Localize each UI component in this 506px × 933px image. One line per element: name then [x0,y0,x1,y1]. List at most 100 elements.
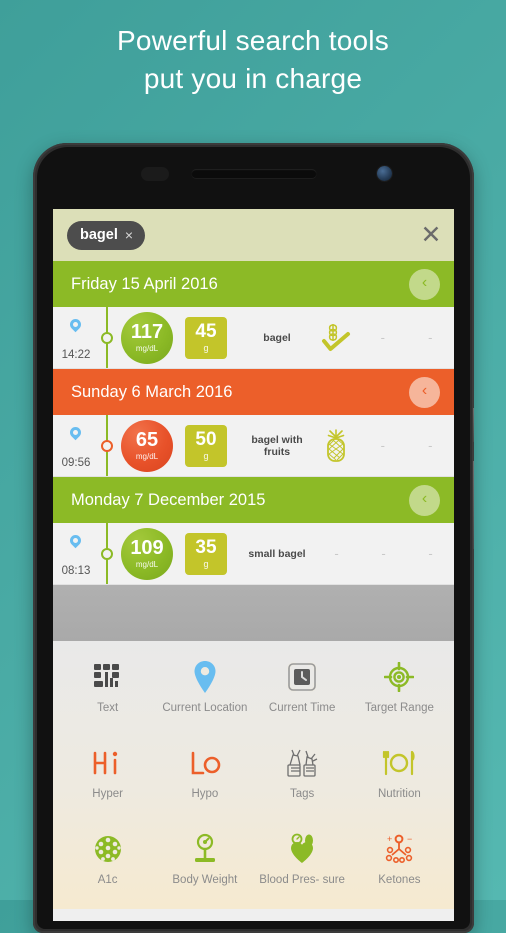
timeline-node-icon [101,331,113,344]
hi-icon [91,743,125,783]
entry-dash: - [334,546,339,561]
glucose-bubble[interactable]: 117 mg/dL [121,311,173,364]
entry-dash: - [381,546,386,561]
glucose-value: 109 [130,537,164,559]
entry-time-label: 14:22 [61,349,91,361]
entry-time-label: 09:56 [61,457,91,469]
app-screen: bagel × ✕ Friday 15 April 2016 ‹ 14:22 1… [53,209,454,921]
filter-label: Current Location [162,702,248,714]
entry-note: bagel [263,331,291,344]
entry-row[interactable]: 09:56 65 mg/dL 50 g bagel with fruits - … [53,415,454,477]
filter-panel: Text Current Location Current Time Targe… [53,641,454,909]
text-blocks-icon [93,657,123,697]
earpiece-speaker-icon [191,169,316,178]
timeline-rail [99,307,115,368]
filter-row: A1c Body Weight Blood Pres- sure + − Ket… [59,823,448,909]
phone-device: bagel × ✕ Friday 15 April 2016 ‹ 14:22 1… [33,143,474,933]
date-header[interactable]: Monday 7 December 2015 ‹ [53,477,454,523]
timeline-rail [99,523,115,584]
filter-label: Text [97,702,119,714]
volume-button[interactable] [473,408,474,442]
chevron-left-icon[interactable]: ‹ [409,484,440,516]
filter-label: Hyper [92,788,123,800]
molecule-icon [92,829,124,869]
timeline-rail [99,415,115,476]
glucose-value: 117 [130,321,164,343]
filter-label: Hypo [191,788,219,800]
entry-time-column: 08:13 [53,523,99,584]
filter-label: Target Range [364,702,434,714]
glucose-bubble[interactable]: 109 mg/dL [121,527,173,580]
filter-item-ketones[interactable]: + − Ketones [351,823,448,909]
lo-icon [188,743,222,783]
location-pin-icon [67,532,84,549]
entry-note: small bagel [248,547,306,560]
filter-label: Body Weight [172,874,238,886]
carbs-value: 45 [195,321,217,342]
chevron-left-icon[interactable]: ‹ [409,376,440,408]
location-pin-icon [192,657,218,697]
wheat-check-icon [322,323,350,351]
food-icon-cell [313,321,359,355]
heart-gauge-icon [286,829,318,869]
carbs-badge[interactable]: 50 g [185,424,227,467]
entry-dash: - [428,546,433,561]
entry-dash: - [428,330,433,345]
filter-label: Ketones [378,874,421,886]
glucose-bubble[interactable]: 65 mg/dL [121,419,173,472]
svg-text:+: + [387,834,392,844]
target-icon [384,657,415,697]
filter-item-hyper[interactable]: Hyper [59,737,156,823]
date-header-label: Sunday 6 March 2016 [71,382,233,401]
filter-item-tags[interactable]: Tags [254,737,351,823]
close-search-icon[interactable]: ✕ [414,218,448,252]
date-header-label: Monday 7 December 2015 [71,490,266,509]
chevron-left-icon[interactable]: ‹ [409,268,440,300]
filter-item-hypo[interactable]: Hypo [156,737,253,823]
power-button[interactable] [473,461,474,549]
promo-line-1: Powerful search tools [117,25,389,56]
chip-remove-icon[interactable]: × [125,228,133,242]
carbs-unit: g [203,559,209,569]
filter-label: A1c [97,874,118,886]
carbs-badge[interactable]: 35 g [185,532,227,575]
search-bar: bagel × ✕ [53,209,454,261]
search-filter-chip[interactable]: bagel × [67,220,146,250]
filter-label: Nutrition [377,788,421,800]
glucose-unit: mg/dL [135,560,159,569]
filter-item-text[interactable]: Text [59,651,156,737]
tags-icon [285,743,319,783]
filter-label: Current Time [268,702,336,714]
timeline-node-icon [101,547,113,560]
entry-note: bagel with fruits [251,433,303,458]
entry-row[interactable]: 14:22 117 mg/dL 45 g bagel - - [53,307,454,369]
entry-time-column: 14:22 [53,307,99,368]
glucose-value: 65 [135,429,159,451]
filter-item-target-range[interactable]: Target Range [351,651,448,737]
entry-time-label: 08:13 [61,565,91,577]
filter-item-body-weight[interactable]: Body Weight [156,823,253,909]
proximity-sensor-icon [141,167,169,181]
entry-dash: - [380,438,385,453]
date-header[interactable]: Friday 15 April 2016 ‹ [53,261,454,307]
search-chip-label: bagel [80,226,118,243]
timeline-node-icon [101,439,113,452]
entry-dash: - [380,330,385,345]
filter-row: Hyper Hypo Tags Nutrition [59,737,448,823]
filter-item-nutrition[interactable]: Nutrition [351,737,448,823]
entry-row[interactable]: 08:13 109 mg/dL 35 g small bagel - - - [53,523,454,585]
filter-label: Tags [289,788,315,800]
promo-headline: Powerful search tools put you in charge [0,22,506,98]
list-separator-band [53,585,454,641]
carbs-badge[interactable]: 45 g [185,316,227,359]
filter-item-current-location[interactable]: Current Location [156,651,253,737]
pineapple-icon [327,428,345,462]
filter-item-current-time[interactable]: Current Time [254,651,351,737]
date-header[interactable]: Sunday 6 March 2016 ‹ [53,369,454,415]
filter-item-blood-pressure[interactable]: Blood Pres- sure [254,823,351,909]
glucose-unit: mg/dL [135,344,159,353]
glucose-unit: mg/dL [135,452,159,461]
filter-item-a1c[interactable]: A1c [59,823,156,909]
carbs-value: 50 [195,429,217,450]
entry-dash: - [428,438,433,453]
